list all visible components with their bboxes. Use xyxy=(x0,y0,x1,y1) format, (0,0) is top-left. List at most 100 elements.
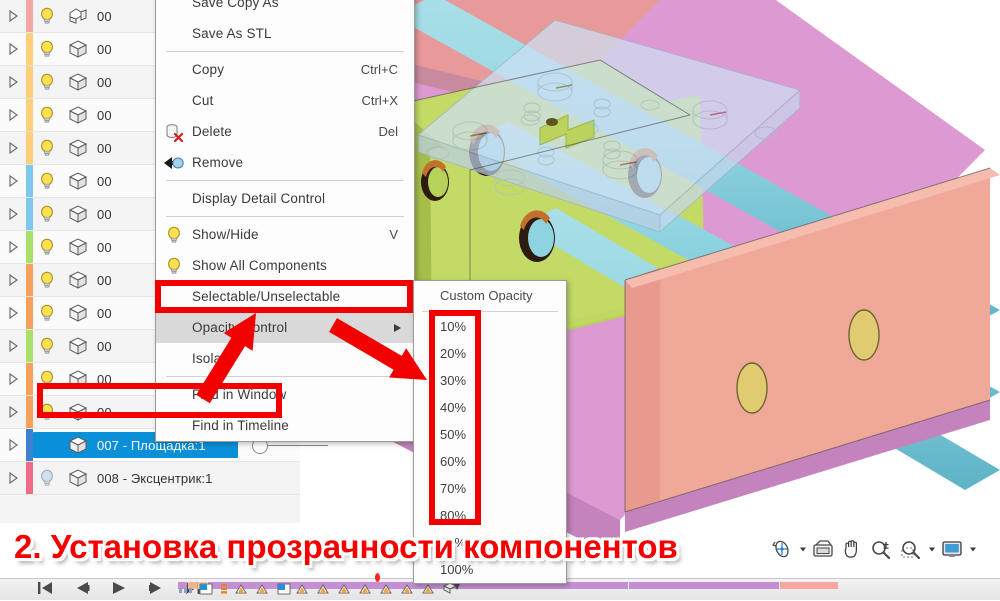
menu-separator xyxy=(166,216,404,217)
menu-item-find-in-timeline[interactable]: Find in Timeline xyxy=(156,410,414,441)
menu-item-save-copy-as[interactable]: Save Copy As xyxy=(156,0,414,18)
tree-item-label: 00 xyxy=(97,338,112,354)
timeline-feature-icon[interactable] xyxy=(178,582,194,600)
menu-item-show-hide[interactable]: Show/Hide V xyxy=(156,219,414,250)
opacity-option-20[interactable]: 20% xyxy=(414,340,566,367)
timeline-feature-icon[interactable] xyxy=(277,582,291,600)
display-settings-monitor-icon[interactable] xyxy=(938,533,966,565)
menu-item-shortcut: Ctrl+X xyxy=(361,93,398,108)
component-color-swatch xyxy=(26,297,33,329)
component-color-swatch xyxy=(26,363,33,395)
visibility-lightbulb-icon[interactable] xyxy=(33,337,61,355)
menu-item-selectable-unselectable[interactable]: Selectable/Unselectable xyxy=(156,281,414,312)
expand-triangle-icon[interactable] xyxy=(0,274,26,286)
zoom-magnifier-icon[interactable] xyxy=(867,533,895,565)
menu-item-display-detail-control[interactable]: Display Detail Control xyxy=(156,183,414,214)
step-back-button[interactable] xyxy=(73,580,91,601)
view-navigation-toolbar[interactable] xyxy=(768,531,977,567)
timeline-segment[interactable] xyxy=(780,582,838,589)
menu-item-copy[interactable]: Copy Ctrl+C xyxy=(156,54,414,85)
expand-triangle-icon[interactable] xyxy=(0,439,26,451)
menu-item-isolate[interactable]: Isolate xyxy=(156,343,414,374)
timeline-segment[interactable] xyxy=(629,582,779,589)
menu-separator xyxy=(422,311,558,312)
opacity-option-60[interactable]: 60% xyxy=(414,448,566,475)
expand-triangle-icon[interactable] xyxy=(0,208,26,220)
menu-item-cut[interactable]: Cut Ctrl+X xyxy=(156,85,414,116)
menu-separator xyxy=(166,51,404,52)
timeline-feature-icons[interactable] xyxy=(178,582,461,600)
menu-item-label: Show All Components xyxy=(192,258,327,273)
menu-item-save-as-stl[interactable]: Save As STL xyxy=(156,18,414,49)
chevron-down-icon[interactable] xyxy=(798,545,807,553)
opacity-option-40[interactable]: 40% xyxy=(414,394,566,421)
visibility-lightbulb-icon[interactable] xyxy=(33,106,61,124)
visibility-lightbulb-icon[interactable] xyxy=(33,238,61,256)
expand-triangle-icon[interactable] xyxy=(0,373,26,385)
opacity-option-80[interactable]: 80% xyxy=(414,502,566,529)
opacity-option-30[interactable]: 30% xyxy=(414,367,566,394)
expand-triangle-icon[interactable] xyxy=(0,10,26,22)
expand-triangle-icon[interactable] xyxy=(0,142,26,154)
expand-triangle-icon[interactable] xyxy=(0,340,26,352)
menu-item-opacity-control[interactable]: Opacity Control xyxy=(156,312,414,343)
visibility-lightbulb-icon[interactable] xyxy=(33,403,61,421)
timeline-feature-icon[interactable] xyxy=(199,582,213,600)
tree-item-label: 00 xyxy=(97,8,112,24)
component-color-swatch xyxy=(26,330,33,362)
zoom-window-icon[interactable] xyxy=(897,533,925,565)
skip-to-start-button[interactable] xyxy=(36,580,54,601)
menu-item-label: Opacity Control xyxy=(192,320,288,335)
expand-triangle-icon[interactable] xyxy=(0,43,26,55)
step-forward-button[interactable] xyxy=(147,580,165,601)
visibility-lightbulb-icon[interactable] xyxy=(33,172,61,190)
expand-triangle-icon[interactable] xyxy=(0,241,26,253)
visibility-lightbulb-icon[interactable] xyxy=(33,469,61,487)
custom-opacity-item[interactable]: Custom Opacity xyxy=(414,281,566,310)
timeline-feature-icon[interactable] xyxy=(338,582,354,600)
timeline-feature-icon[interactable] xyxy=(359,582,375,600)
expand-triangle-icon[interactable] xyxy=(0,472,26,484)
timeline-feature-icon[interactable] xyxy=(401,582,417,600)
component-icon xyxy=(61,237,95,257)
menu-item-find-in-window[interactable]: Find in Window xyxy=(156,379,414,410)
tree-item-label: 00 xyxy=(97,74,112,90)
expand-triangle-icon[interactable] xyxy=(0,109,26,121)
visibility-lightbulb-icon[interactable] xyxy=(33,73,61,91)
timeline-feature-icon[interactable] xyxy=(317,582,333,600)
timeline-feature-icon[interactable] xyxy=(422,582,438,600)
timeline-feature-icon[interactable] xyxy=(235,582,251,600)
look-at-camera-icon[interactable] xyxy=(809,533,837,565)
opacity-option-50[interactable]: 50% xyxy=(414,421,566,448)
opacity-option-70[interactable]: 70% xyxy=(414,475,566,502)
visibility-lightbulb-icon[interactable] xyxy=(33,271,61,289)
timeline-feature-icon[interactable] xyxy=(256,582,272,600)
menu-item-show-all-components[interactable]: Show All Components xyxy=(156,250,414,281)
opacity-option-10[interactable]: 10% xyxy=(414,313,566,340)
timeline-feature-icon[interactable] xyxy=(380,582,396,600)
chevron-down-icon[interactable] xyxy=(927,545,936,553)
component-context-menu[interactable]: Save Copy As Save As STL Copy Ctrl+C Cut Ctrl… xyxy=(155,0,415,442)
menu-item-label: Isolate xyxy=(192,351,233,366)
visibility-lightbulb-icon[interactable] xyxy=(33,7,61,25)
menu-item-label: Save As STL xyxy=(192,26,272,41)
component-icon xyxy=(61,435,95,455)
timeline-feature-icon[interactable] xyxy=(296,582,312,600)
chevron-down-icon[interactable] xyxy=(968,545,977,553)
pan-hand-icon[interactable] xyxy=(839,533,865,565)
expand-triangle-icon[interactable] xyxy=(0,175,26,187)
visibility-lightbulb-icon[interactable] xyxy=(33,370,61,388)
expand-triangle-icon[interactable] xyxy=(0,307,26,319)
timeline-marker[interactable] xyxy=(375,573,380,582)
menu-item-remove[interactable]: Remove xyxy=(156,147,414,178)
tree-row[interactable]: 008 - Эксцентрик:1 xyxy=(0,462,300,495)
play-button[interactable] xyxy=(110,580,128,601)
visibility-lightbulb-icon[interactable] xyxy=(33,205,61,223)
expand-triangle-icon[interactable] xyxy=(0,76,26,88)
timeline-feature-icon[interactable] xyxy=(218,582,230,600)
visibility-lightbulb-icon[interactable] xyxy=(33,139,61,157)
menu-item-delete[interactable]: Delete Del xyxy=(156,116,414,147)
visibility-lightbulb-icon[interactable] xyxy=(33,304,61,322)
visibility-lightbulb-icon[interactable] xyxy=(33,40,61,58)
expand-triangle-icon[interactable] xyxy=(0,406,26,418)
